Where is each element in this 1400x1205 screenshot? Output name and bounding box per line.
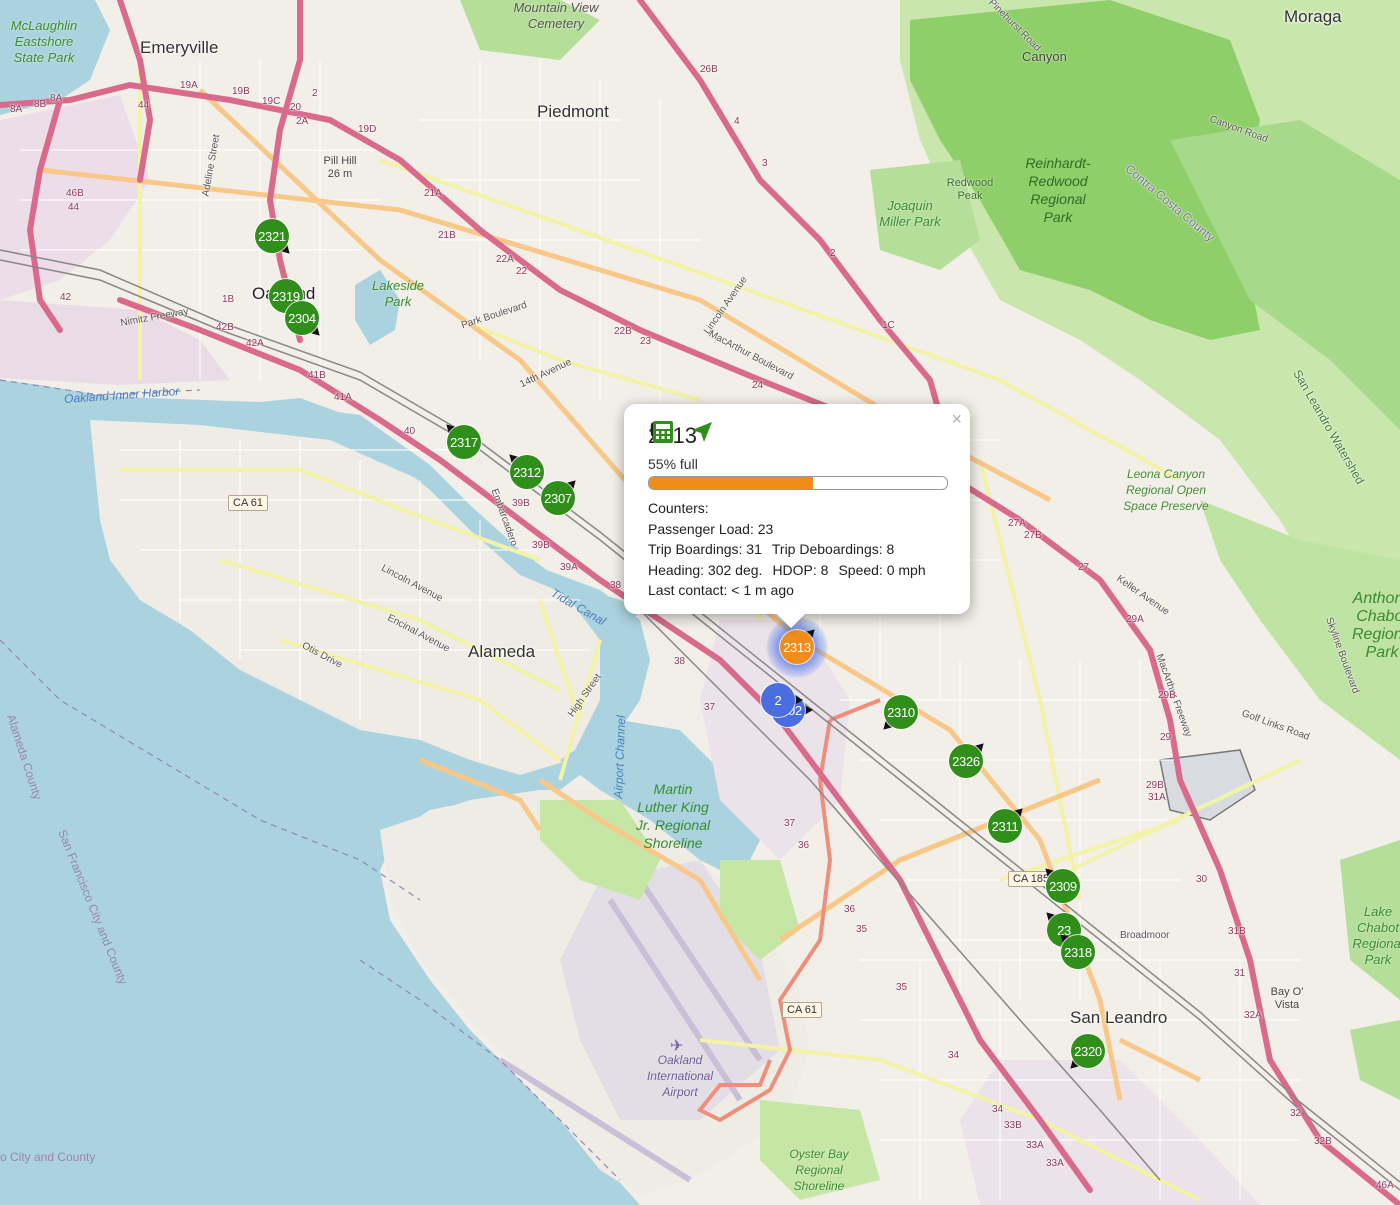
location-arrow-icon[interactable]	[690, 420, 714, 444]
map-canvas[interactable]: Emeryville Piedmont Oakland Alameda San …	[0, 0, 1400, 1205]
vehicle-marker[interactable]: 2321	[255, 219, 296, 260]
vehicle-id-label: 2	[761, 683, 795, 717]
vehicle-marker[interactable]: 2326	[949, 737, 990, 778]
vehicle-id-label: 2326	[949, 744, 983, 778]
vehicle-id-label: 2320	[1071, 1034, 1105, 1068]
counters-label: Counters:	[648, 500, 709, 516]
fullness-bar	[648, 476, 948, 490]
popup-close-button[interactable]: ×	[951, 410, 962, 428]
vehicle-marker[interactable]: 2318	[1054, 928, 1095, 969]
popup-content: 2313 55% full Counters: Passenger Load: …	[648, 420, 948, 601]
vehicle-marker[interactable]: 2307	[541, 474, 582, 515]
vehicle-id-label: 2309	[1046, 869, 1080, 903]
telemetry-row: Heading: 302 deg. HDOP: 8 Speed: 0 mph	[648, 560, 946, 581]
fullness-text: 55% full	[648, 456, 698, 472]
trip-deboardings: Trip Deboardings: 8	[771, 541, 895, 557]
vehicle-id-label: 2318	[1061, 935, 1095, 969]
vehicle-id-label: 2313	[780, 630, 814, 664]
vehicle-marker[interactable]: 2313	[766, 616, 828, 678]
fullness-bar-fill	[649, 477, 813, 489]
hdop: HDOP: 8	[772, 561, 829, 578]
vehicle-marker[interactable]: 2	[761, 683, 803, 717]
vehicle-marker[interactable]: 2309	[1039, 862, 1080, 903]
vehicle-id-label: 2317	[447, 425, 481, 459]
trip-boardings: Trip Boardings: 31	[648, 541, 762, 557]
heading: Heading: 302 deg.	[648, 561, 763, 578]
vehicle-marker[interactable]: 2311	[988, 802, 1029, 843]
vehicle-id-label: 2321	[255, 219, 289, 253]
vehicle-marker[interactable]: 2320	[1064, 1034, 1105, 1075]
vehicle-marker[interactable]: 2312	[503, 448, 544, 489]
calculator-icon[interactable]	[652, 420, 674, 444]
vehicle-marker[interactable]: 2317	[440, 418, 481, 459]
vehicle-id-label: 2304	[285, 301, 319, 335]
passenger-load: Passenger Load: 23	[648, 520, 774, 537]
popup-title: 2313	[648, 420, 946, 452]
vehicle-id-label: 2310	[884, 695, 918, 729]
vehicle-id-label: 2312	[510, 455, 544, 489]
vehicle-popup: × 2313	[624, 404, 970, 629]
last-contact: Last contact: < 1 m ago	[648, 582, 794, 598]
vehicle-id-label: 2311	[988, 809, 1022, 843]
speed: Speed: 0 mph	[838, 561, 926, 578]
vehicle-marker[interactable]: 2304	[285, 301, 326, 342]
trip-counts-row: Trip Boardings: 31 Trip Deboardings: 8	[648, 539, 946, 560]
vehicle-marker[interactable]: 2310	[877, 695, 918, 736]
vehicle-id-label: 2307	[541, 481, 575, 515]
